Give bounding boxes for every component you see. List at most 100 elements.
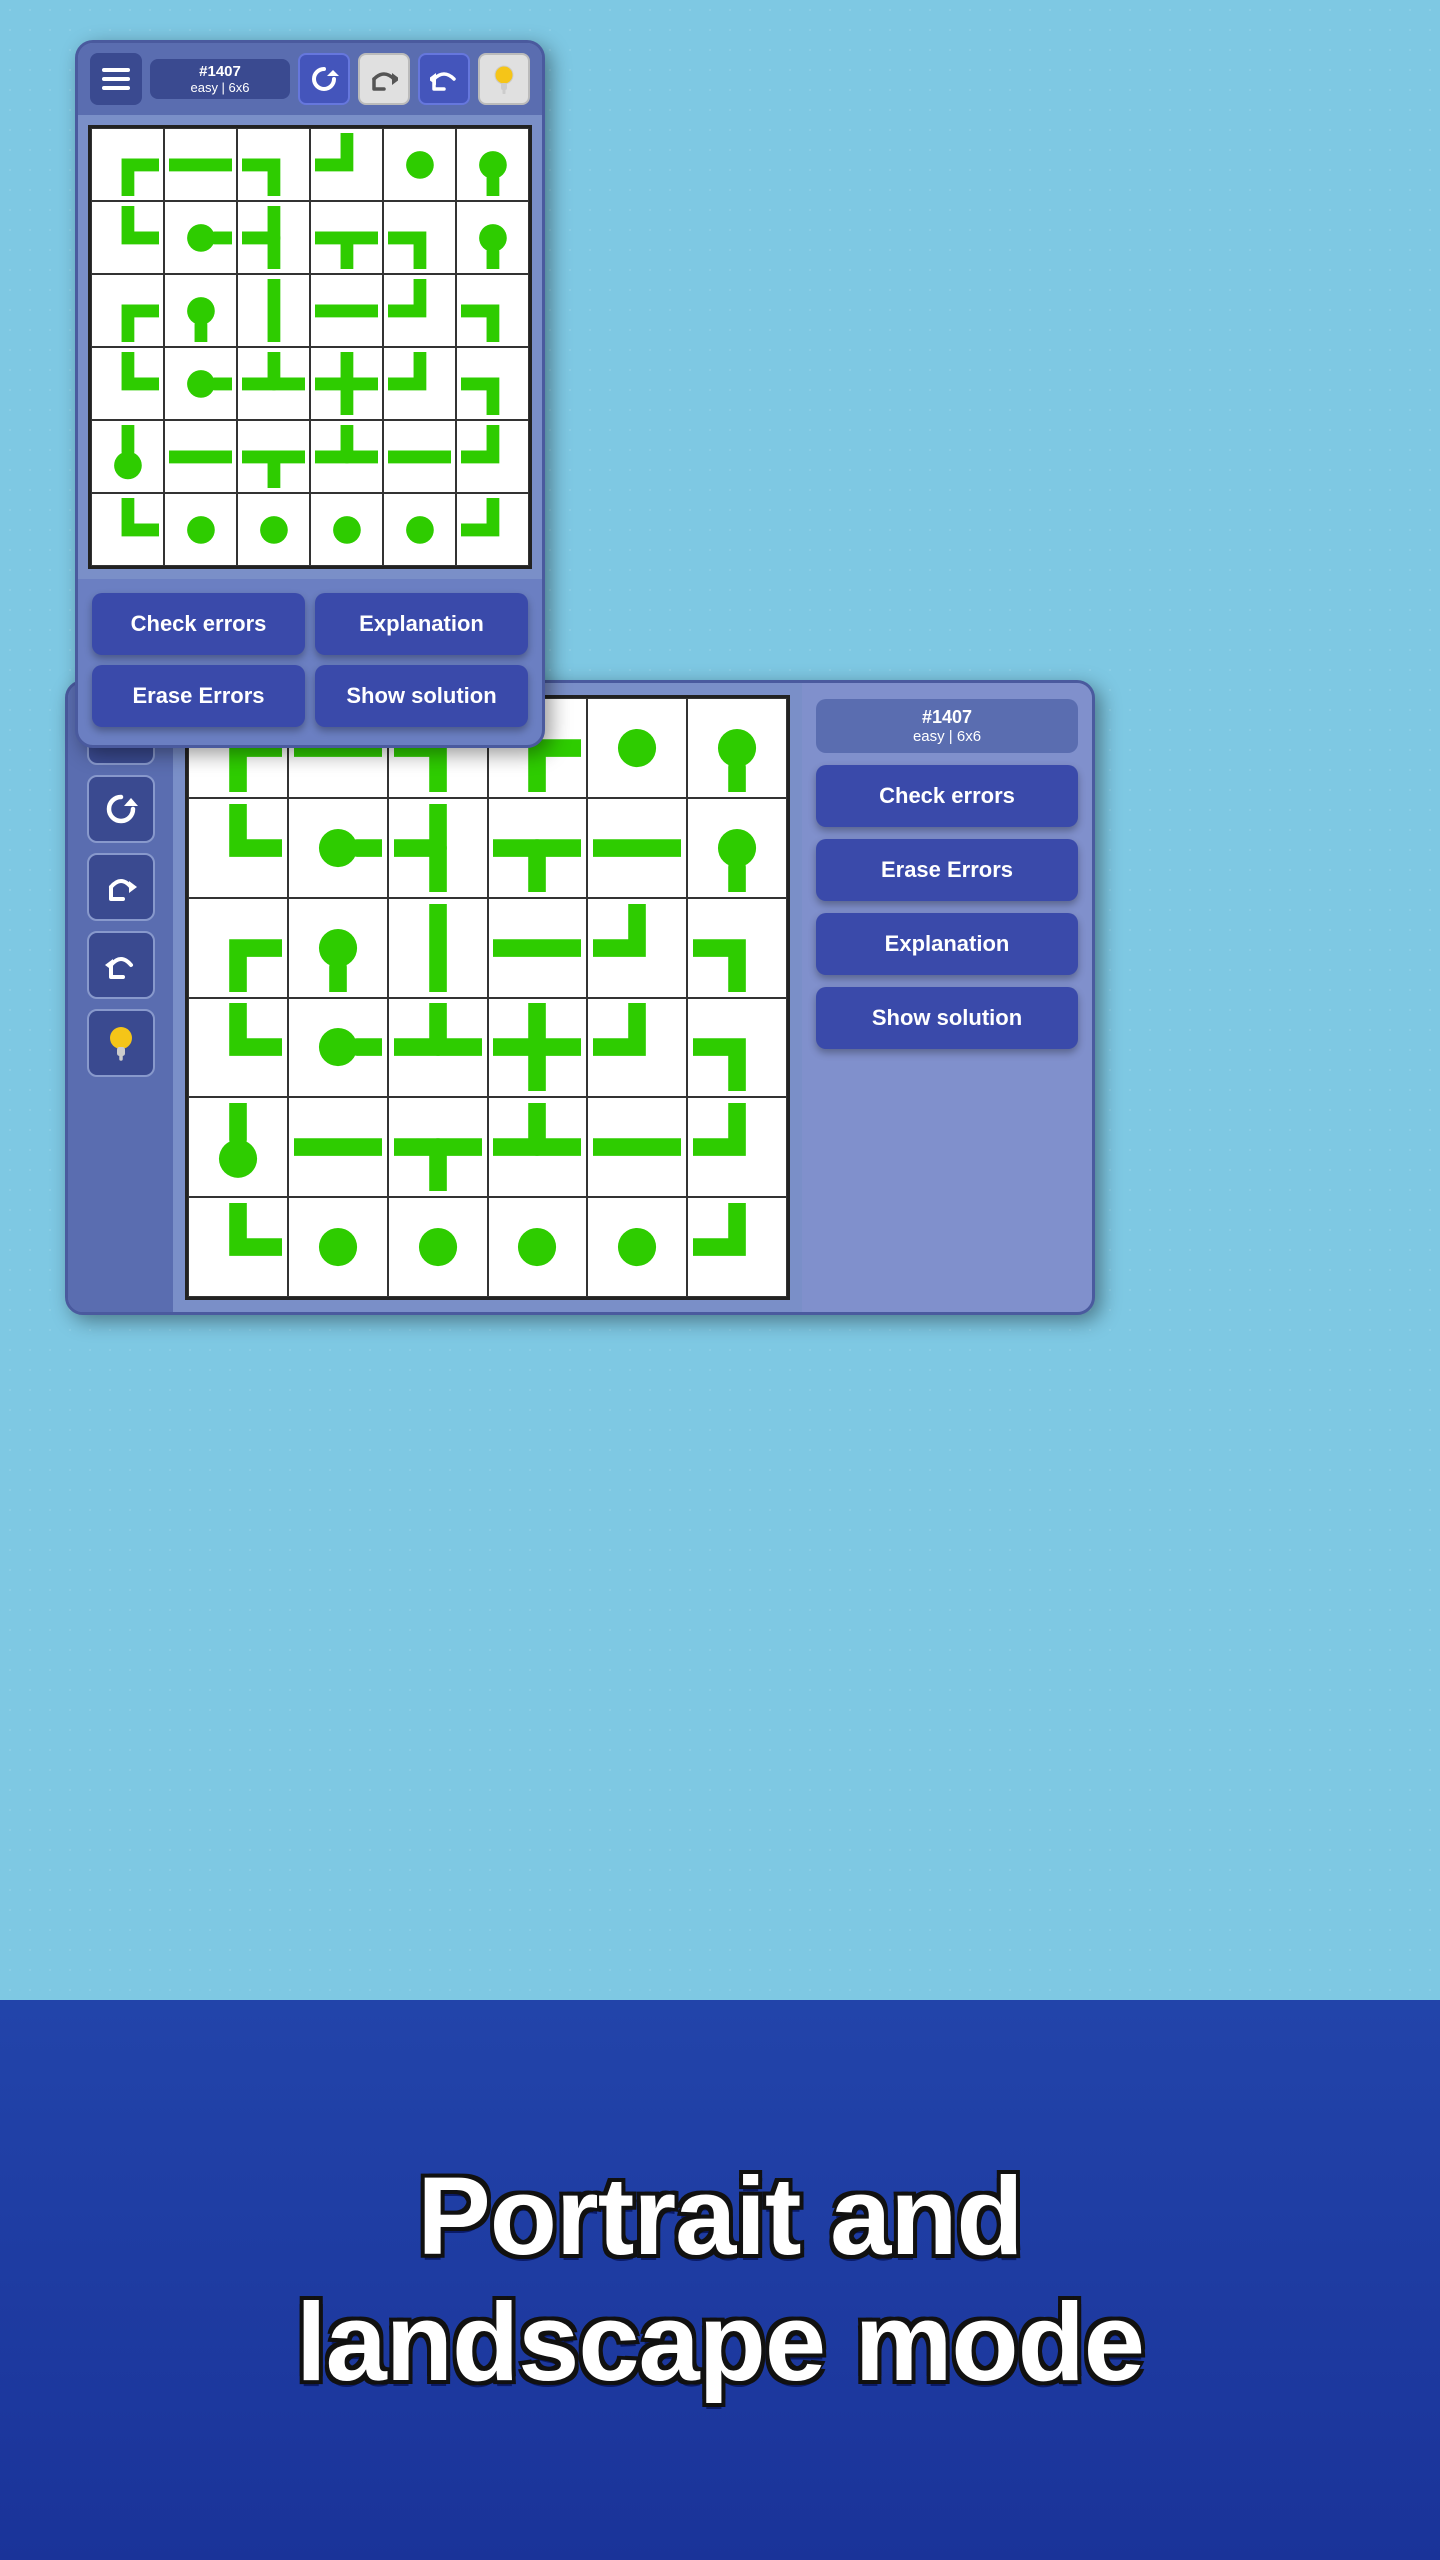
ls-explanation-button[interactable]: Explanation — [816, 913, 1078, 975]
ls-cell-1-1[interactable] — [288, 798, 388, 898]
cell-2-2[interactable] — [237, 274, 310, 347]
ls-cell-2-5[interactable] — [687, 898, 787, 998]
restart-button[interactable] — [298, 53, 350, 105]
cell-2-0[interactable] — [91, 274, 164, 347]
cell-1-4[interactable] — [383, 201, 456, 274]
cell-5-2[interactable] — [237, 493, 310, 566]
banner-text: Portrait and landscape mode — [296, 2154, 1144, 2407]
cell-1-3[interactable] — [310, 201, 383, 274]
banner-line1: Portrait and — [296, 2154, 1144, 2281]
erase-errors-button[interactable]: Erase Errors — [92, 665, 305, 727]
cell-3-1[interactable] — [164, 347, 237, 420]
ls-cell-5-0[interactable] — [188, 1197, 288, 1297]
ls-cell-4-3[interactable] — [488, 1097, 588, 1197]
puzzle-number: #1407 — [162, 63, 278, 80]
ls-check-errors-button[interactable]: Check errors — [816, 765, 1078, 827]
cell-4-2[interactable] — [237, 420, 310, 493]
portrait-game-grid[interactable] — [88, 125, 532, 569]
landscape-puzzle-title: #1407 easy | 6x6 — [816, 699, 1078, 753]
ls-cell-5-1[interactable] — [288, 1197, 388, 1297]
landscape-puzzle-info: easy | 6x6 — [826, 728, 1068, 745]
cell-4-0[interactable] — [91, 420, 164, 493]
ls-redo-button[interactable] — [87, 853, 155, 921]
ls-cell-4-2[interactable] — [388, 1097, 488, 1197]
cell-2-3[interactable] — [310, 274, 383, 347]
ls-cell-1-3[interactable] — [488, 798, 588, 898]
undo-button[interactable] — [418, 53, 470, 105]
cell-5-0[interactable] — [91, 493, 164, 566]
landscape-grid-area — [173, 683, 802, 1312]
cell-0-3[interactable] — [310, 128, 383, 201]
cell-5-5[interactable] — [456, 493, 529, 566]
cell-0-1[interactable] — [164, 128, 237, 201]
ls-cell-3-1[interactable] — [288, 998, 388, 1098]
cell-3-2[interactable] — [237, 347, 310, 420]
ls-cell-4-1[interactable] — [288, 1097, 388, 1197]
ls-cell-1-2[interactable] — [388, 798, 488, 898]
ls-restart-button[interactable] — [87, 775, 155, 843]
cell-4-4[interactable] — [383, 420, 456, 493]
ls-cell-4-0[interactable] — [188, 1097, 288, 1197]
ls-cell-3-2[interactable] — [388, 998, 488, 1098]
show-solution-button[interactable]: Show solution — [315, 665, 528, 727]
cell-1-0[interactable] — [91, 201, 164, 274]
portrait-card: #1407 easy | 6x6 — [75, 40, 545, 748]
ls-cell-3-3[interactable] — [488, 998, 588, 1098]
cell-2-4[interactable] — [383, 274, 456, 347]
cell-1-2[interactable] — [237, 201, 310, 274]
cell-4-1[interactable] — [164, 420, 237, 493]
ls-cell-5-5[interactable] — [687, 1197, 787, 1297]
ls-show-solution-button[interactable]: Show solution — [816, 987, 1078, 1049]
ls-cell-2-1[interactable] — [288, 898, 388, 998]
ls-cell-3-5[interactable] — [687, 998, 787, 1098]
ls-cell-0-5[interactable] — [687, 698, 787, 798]
ls-cell-2-0[interactable] — [188, 898, 288, 998]
ls-cell-3-4[interactable] — [587, 998, 687, 1098]
landscape-right-panel: #1407 easy | 6x6 Check errors Erase Erro… — [802, 683, 1092, 1312]
cell-0-5[interactable] — [456, 128, 529, 201]
cell-5-1[interactable] — [164, 493, 237, 566]
cell-0-2[interactable] — [237, 128, 310, 201]
ls-cell-0-4[interactable] — [587, 698, 687, 798]
ls-cell-1-5[interactable] — [687, 798, 787, 898]
ls-erase-errors-button[interactable]: Erase Errors — [816, 839, 1078, 901]
cell-2-1[interactable] — [164, 274, 237, 347]
landscape-game-grid[interactable] — [185, 695, 790, 1300]
ls-cell-5-4[interactable] — [587, 1197, 687, 1297]
ls-cell-2-3[interactable] — [488, 898, 588, 998]
cell-5-3[interactable] — [310, 493, 383, 566]
cell-3-3[interactable] — [310, 347, 383, 420]
puzzle-title: #1407 easy | 6x6 — [150, 59, 290, 99]
ls-cell-5-2[interactable] — [388, 1197, 488, 1297]
ls-cell-5-3[interactable] — [488, 1197, 588, 1297]
explanation-button[interactable]: Explanation — [315, 593, 528, 655]
ls-cell-4-5[interactable] — [687, 1097, 787, 1197]
ls-undo-button[interactable] — [87, 931, 155, 999]
cell-0-0[interactable] — [91, 128, 164, 201]
cell-0-4[interactable] — [383, 128, 456, 201]
portrait-toolbar: #1407 easy | 6x6 — [78, 43, 542, 115]
ls-cell-3-0[interactable] — [188, 998, 288, 1098]
redo-button[interactable] — [358, 53, 410, 105]
portrait-action-buttons: Check errors Explanation Erase Errors Sh… — [78, 579, 542, 745]
ls-cell-1-4[interactable] — [587, 798, 687, 898]
cell-4-5[interactable] — [456, 420, 529, 493]
ls-cell-4-4[interactable] — [587, 1097, 687, 1197]
ls-cell-2-4[interactable] — [587, 898, 687, 998]
cell-4-3[interactable] — [310, 420, 383, 493]
cell-3-0[interactable] — [91, 347, 164, 420]
cell-3-5[interactable] — [456, 347, 529, 420]
cell-2-5[interactable] — [456, 274, 529, 347]
menu-button[interactable] — [90, 53, 142, 105]
cell-1-5[interactable] — [456, 201, 529, 274]
ls-cell-2-2[interactable] — [388, 898, 488, 998]
ls-hint-button[interactable] — [87, 1009, 155, 1077]
check-errors-button[interactable]: Check errors — [92, 593, 305, 655]
cell-3-4[interactable] — [383, 347, 456, 420]
hint-button[interactable] — [478, 53, 530, 105]
cell-5-4[interactable] — [383, 493, 456, 566]
ls-cell-1-0[interactable] — [188, 798, 288, 898]
cell-1-1[interactable] — [164, 201, 237, 274]
landscape-sidebar — [68, 683, 173, 1312]
bottom-banner: Portrait and landscape mode — [0, 2000, 1440, 2560]
